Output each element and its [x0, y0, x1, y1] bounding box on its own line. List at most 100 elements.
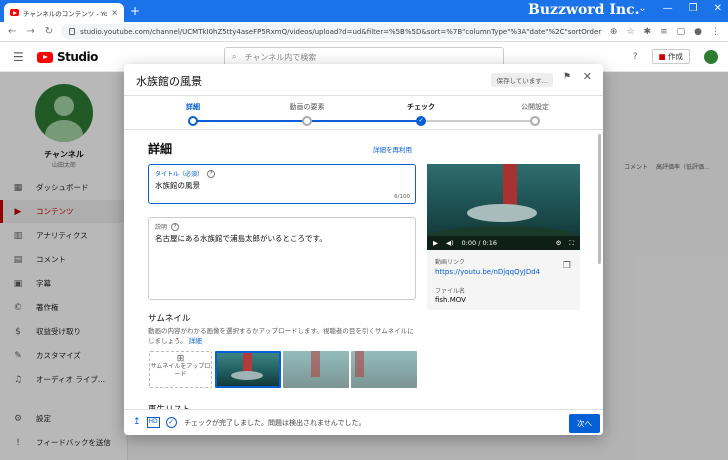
- saving-status-badge: 保存しています...: [491, 73, 553, 87]
- description-help-icon[interactable]: ?: [171, 222, 180, 231]
- window-close-button[interactable]: ✕: [714, 3, 722, 14]
- thumbnail-fish: [231, 371, 263, 380]
- hamburger-menu-icon[interactable]: ☰: [13, 50, 24, 64]
- side-panel-icon[interactable]: ▢: [677, 27, 686, 37]
- thumbnail-details-link[interactable]: 詳細: [189, 337, 202, 345]
- dialog-title: 水族館の風景: [136, 75, 202, 88]
- title-help-icon[interactable]: ?: [207, 169, 216, 178]
- forward-icon[interactable]: →: [26, 26, 34, 37]
- upload-thumbnail-label: サムネイルをアップロード: [150, 363, 211, 378]
- thumbnail-description: 動画の内容がわかる画像を選択するかアップロードします。視聴者の目を引くサムネイル…: [148, 326, 418, 346]
- reload-icon[interactable]: ↻: [45, 26, 53, 37]
- thumbnail-pillar: [311, 351, 320, 377]
- extension-icons: ⊕ ☆ ✱ ≡ ▢ ● ⋮: [602, 27, 728, 37]
- reuse-details-link[interactable]: 詳細を再利用: [373, 144, 412, 154]
- auto-thumbnail-3[interactable]: [351, 351, 417, 388]
- player-controls: ▶ ◀) 0:00 / 0:16 ⚙ ⛶: [427, 236, 580, 250]
- step-details[interactable]: 詳細: [153, 102, 233, 112]
- auto-thumbnail-2[interactable]: [283, 351, 349, 388]
- next-button[interactable]: 次へ: [569, 414, 600, 433]
- image-upload-icon: ⊞: [176, 354, 185, 364]
- create-label: 作成: [668, 52, 683, 61]
- window-controls: ⌄ — ❐ ✕: [638, 3, 722, 14]
- filename-value: fish.MOV: [435, 296, 466, 304]
- fullscreen-icon[interactable]: ⛶: [569, 239, 574, 248]
- url-field[interactable]: studio.youtube.com/channel/UCMTkI0hZ5tty…: [61, 24, 602, 39]
- time-display: 0:00 / 0:16: [461, 239, 498, 247]
- video-player[interactable]: ▶ ◀) 0:00 / 0:16 ⚙ ⛶: [427, 164, 580, 250]
- dialog-close-icon[interactable]: ✕: [583, 70, 592, 83]
- description-label-row: 説明 ?: [155, 222, 409, 231]
- player-settings-icon[interactable]: ⚙: [556, 239, 562, 247]
- browser-tab-bar: チャンネルのコンテンツ - YouTube Stu × + Buzzword I…: [0, 0, 728, 22]
- reading-list-icon[interactable]: ≡: [660, 27, 668, 37]
- thumbnail-heading: サムネイル: [148, 314, 191, 324]
- search-placeholder: チャンネル内で検索: [244, 52, 317, 62]
- video-pillar: [503, 164, 517, 208]
- new-tab-button[interactable]: +: [130, 4, 140, 18]
- tab-title: チャンネルのコンテンツ - YouTube Stu: [23, 9, 108, 18]
- description-field[interactable]: 説明 ? 名古屋にある水族館で浦島太郎がいるところです。: [148, 217, 416, 300]
- dialog-header: 水族館の風景 保存しています... ⚑ ✕: [124, 64, 603, 96]
- auto-thumbnail-1[interactable]: [215, 351, 281, 388]
- step-checks-done-icon[interactable]: ✓: [416, 116, 426, 126]
- title-field-label: タイトル（必須）: [155, 171, 204, 178]
- video-link[interactable]: https://youtu.be/nDjqqQyJDd4: [435, 268, 540, 276]
- title-field-value[interactable]: 水族館の風景: [155, 180, 409, 191]
- video-link-label: 動画リンク: [435, 259, 466, 266]
- header-actions: ? ■ 作成: [633, 49, 718, 64]
- maximize-button[interactable]: ❐: [689, 3, 698, 14]
- feedback-flag-icon[interactable]: ⚑: [563, 72, 571, 82]
- browser-menu-icon[interactable]: ⋮: [711, 27, 720, 37]
- upload-dialog: 水族館の風景 保存しています... ⚑ ✕ 詳細 動画の要素 チェック 公開設定…: [124, 64, 603, 435]
- step-visibility-dot[interactable]: [530, 116, 540, 126]
- tab-close-icon[interactable]: ×: [111, 8, 118, 17]
- play-icon[interactable]: ▶: [433, 239, 438, 247]
- video-fish: [467, 204, 537, 222]
- title-field-label-row: タイトル（必須） ?: [155, 169, 409, 178]
- step-visibility[interactable]: 公開設定: [495, 102, 575, 112]
- extensions-puzzle-icon[interactable]: ✱: [644, 27, 652, 37]
- profile-icon[interactable]: ●: [694, 27, 702, 37]
- bookmark-star-icon[interactable]: ☆: [626, 27, 634, 37]
- dialog-scrollbar[interactable]: [598, 134, 601, 264]
- step-video-elements-dot[interactable]: [302, 116, 312, 126]
- thumbnail-pillar: [355, 351, 364, 377]
- volume-icon[interactable]: ◀): [446, 239, 454, 247]
- copy-link-icon[interactable]: ❐: [563, 261, 571, 271]
- minimize-button[interactable]: —: [663, 3, 673, 14]
- step-details-dot[interactable]: [188, 116, 198, 126]
- video-preview-card: ▶ ◀) 0:00 / 0:16 ⚙ ⛶ 動画リンク https://youtu…: [427, 164, 580, 310]
- title-field[interactable]: タイトル（必須） ? 水族館の風景 6/100: [148, 164, 416, 204]
- create-button[interactable]: ■ 作成: [651, 49, 690, 64]
- stepper-track: [193, 120, 536, 122]
- zoom-icon[interactable]: ⊕: [610, 27, 618, 37]
- dialog-footer: ↥ HD ✓ チェックが完了しました。問題は検出されませんでした。 次へ: [124, 409, 603, 435]
- footer-status-icons: ↥ HD ✓: [133, 417, 177, 428]
- details-heading: 詳細: [148, 142, 173, 156]
- youtube-favicon-icon: [10, 9, 19, 16]
- browser-tab[interactable]: チャンネルのコンテンツ - YouTube Stu ×: [4, 3, 124, 22]
- hd-status-icon[interactable]: HD: [146, 417, 160, 428]
- upload-thumbnail-button[interactable]: ⊞ サムネイルをアップロード: [149, 351, 212, 388]
- step-video-elements[interactable]: 動画の要素: [267, 102, 347, 112]
- address-bar: ← → ↻ studio.youtube.com/channel/UCMTkI0…: [0, 22, 728, 42]
- check-complete-icon[interactable]: ✓: [165, 417, 177, 428]
- tab-search-icon[interactable]: ⌄: [638, 3, 646, 14]
- nav-buttons: ← → ↻: [0, 26, 61, 37]
- studio-logo-text: Studio: [57, 50, 98, 64]
- youtube-logo-icon: [37, 51, 53, 63]
- lock-icon: [69, 28, 76, 35]
- search-icon: ⌕: [232, 52, 237, 61]
- description-field-label: 説明: [155, 224, 168, 231]
- studio-logo[interactable]: Studio: [37, 50, 98, 64]
- url-text: studio.youtube.com/channel/UCMTkI0hZ5tty…: [80, 27, 602, 36]
- step-checks[interactable]: チェック: [381, 102, 461, 112]
- brand-watermark: Buzzword Inc.: [528, 2, 640, 18]
- account-avatar[interactable]: [704, 49, 718, 64]
- back-icon[interactable]: ←: [8, 26, 16, 37]
- help-icon[interactable]: ?: [633, 52, 638, 62]
- filename-label: ファイル名: [435, 288, 466, 295]
- description-field-value[interactable]: 名古屋にある水族館で浦島太郎がいるところです。: [155, 233, 409, 244]
- upload-status-icon[interactable]: ↥: [133, 417, 141, 428]
